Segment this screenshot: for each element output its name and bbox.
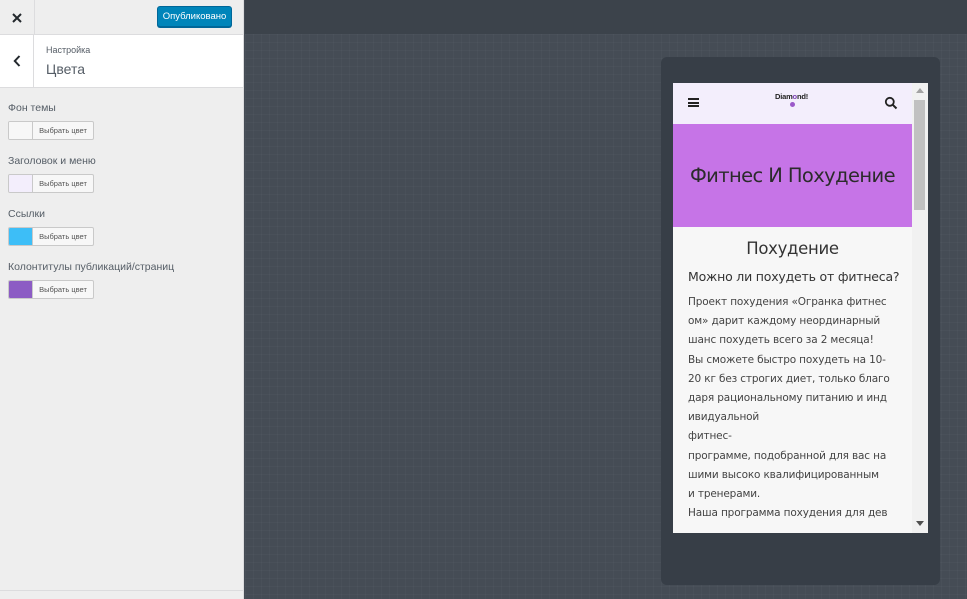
scroll-thumb[interactable] [914, 100, 925, 210]
body-line: и тренерами. [688, 488, 761, 501]
body-line: ом» дарит каждому неординарный [688, 315, 881, 328]
preview-toolbar [245, 0, 967, 34]
color-picker-button[interactable]: Выбрать цвет [8, 121, 94, 140]
color-picker-label: Выбрать цвет [39, 232, 87, 241]
close-icon [12, 12, 22, 23]
color-control-header: Заголовок и меню Выбрать цвет [8, 155, 238, 193]
logo-heart-icon [790, 102, 795, 107]
color-picker-label: Выбрать цвет [39, 285, 87, 294]
color-picker-button[interactable]: Выбрать цвет [8, 174, 94, 193]
body-line: даря рациональному питанию и инд [688, 392, 887, 405]
color-picker-label: Выбрать цвет [39, 126, 87, 135]
body-line: Вы сможете быстро похудеть на 10- [688, 353, 886, 366]
color-swatch [9, 122, 33, 139]
body-line: ивидуальной [688, 411, 760, 424]
section-title: Цвета [46, 61, 85, 77]
color-control-footers: Колонтитулы публикаций/страниц Выбрать ц… [8, 261, 238, 299]
hero-banner: Фитнес И Похудение [673, 124, 912, 227]
color-picker-button[interactable]: Выбрать цвет [8, 227, 94, 246]
site-logo[interactable]: Diamond! [775, 92, 808, 101]
section-header: Настройка Цвета [0, 35, 243, 88]
color-picker-button[interactable]: Выбрать цвет [8, 280, 94, 299]
color-swatch [9, 281, 33, 298]
hero-title: Фитнес И Похудение [689, 164, 896, 187]
page-subheading: Можно ли похудеть от фитнеса? [688, 269, 900, 284]
body-line: шанс похудеть всего за 2 месяца! [688, 334, 874, 347]
color-swatch [9, 228, 33, 245]
body-line: фитнес- [688, 430, 732, 443]
body-text: Проект похудения «Огранка фитнес ом» дар… [688, 293, 897, 523]
site-preview: Diamond! Фитнес И Похудение Похудение Мо… [673, 83, 928, 533]
scroll-up-arrow-icon[interactable] [916, 88, 924, 93]
close-customizer-button[interactable] [0, 0, 35, 35]
color-swatch [9, 175, 33, 192]
sidebar-footer-divider [0, 590, 243, 591]
breadcrumb: Настройка [46, 45, 91, 55]
chevron-left-icon [12, 55, 20, 67]
color-control-links: Ссылки Выбрать цвет [8, 208, 238, 246]
preview-scrollbar[interactable] [912, 83, 928, 533]
search-icon[interactable] [884, 96, 898, 110]
site-header: Diamond! [673, 83, 912, 124]
scroll-down-arrow-icon[interactable] [916, 521, 924, 526]
body-line: 20 кг без строгих диет, только благо [688, 372, 890, 385]
color-picker-label: Выбрать цвет [39, 179, 87, 188]
hamburger-icon[interactable] [688, 98, 699, 107]
page-title: Похудение [746, 239, 839, 258]
page-content: Похудение Можно ли похудеть от фитнеса? … [673, 227, 912, 533]
sidebar-header: Опубликовано [0, 0, 243, 35]
body-line: шими высоко квалифицированным [688, 468, 879, 481]
color-label: Ссылки [8, 208, 45, 220]
body-line: Наша программа похудения для дев [688, 507, 888, 520]
color-control-background: Фон темы Выбрать цвет [8, 102, 238, 140]
color-label: Колонтитулы публикаций/страниц [8, 261, 175, 273]
body-line: Проект похудения «Огранка фитнес [688, 296, 887, 308]
customizer-sidebar: Опубликовано Настройка Цвета Фон темы Вы… [0, 0, 244, 599]
back-button[interactable] [0, 35, 34, 87]
publish-button[interactable]: Опубликовано [157, 6, 232, 27]
color-label: Заголовок и меню [8, 155, 96, 167]
color-label: Фон темы [8, 102, 56, 114]
body-line: программе, подобранной для вас на [688, 449, 887, 462]
